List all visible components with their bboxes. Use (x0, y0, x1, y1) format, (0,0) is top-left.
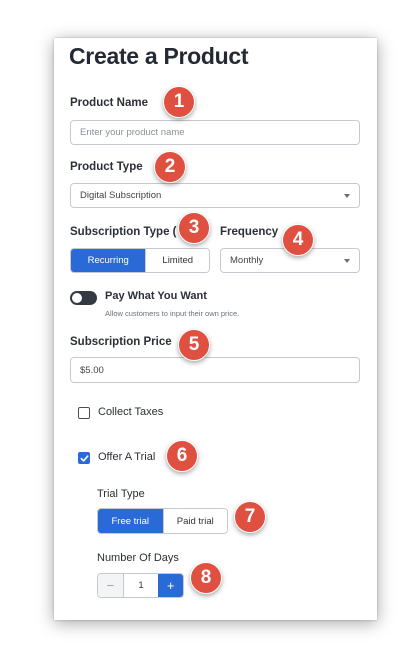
annotation-badge-5: 5 (178, 329, 210, 361)
annotation-badge-4: 4 (282, 224, 314, 256)
chevron-down-icon (344, 258, 350, 263)
frequency-value: Monthly (230, 255, 264, 266)
subscription-type-segmented: Recurring Limited (70, 248, 210, 273)
offer-trial-checkbox[interactable] (78, 452, 90, 464)
pay-what-you-want-toggle[interactable] (70, 291, 97, 305)
product-type-value: Digital Subscription (80, 190, 162, 201)
annotation-badge-8: 8 (190, 562, 222, 594)
annotation-badge-3: 3 (178, 212, 210, 244)
recurring-option[interactable]: Recurring (71, 249, 146, 272)
collect-taxes-checkbox[interactable] (78, 407, 90, 419)
collect-taxes-label: Collect Taxes (98, 406, 164, 418)
increment-button[interactable]: + (158, 574, 183, 597)
annotation-badge-2: 2 (154, 151, 186, 183)
subscription-type-label: Subscription Type ( (70, 226, 177, 238)
product-name-label: Product Name (70, 97, 148, 109)
create-product-card: Create a Product Product Name Enter your… (54, 38, 377, 620)
subscription-price-input[interactable]: $5.00 (70, 357, 360, 383)
annotation-badge-6: 6 (166, 440, 198, 472)
number-of-days-label: Number Of Days (97, 552, 179, 564)
limited-option[interactable]: Limited (145, 249, 209, 272)
product-name-input[interactable]: Enter your product name (70, 120, 360, 145)
free-trial-option[interactable]: Free trial (98, 509, 163, 533)
pay-what-you-want-hint: Allow customers to input their own price… (105, 309, 240, 318)
offer-trial-label: Offer A Trial (98, 451, 156, 463)
trial-type-label: Trial Type (97, 488, 145, 500)
subscription-price-label: Subscription Price (70, 336, 172, 348)
days-value[interactable]: 1 (124, 574, 159, 597)
chevron-down-icon (344, 193, 350, 198)
pay-what-you-want-label: Pay What You Want (105, 290, 207, 302)
number-of-days-stepper: − 1 + (97, 573, 184, 598)
decrement-button[interactable]: − (98, 574, 124, 597)
check-icon (80, 454, 88, 462)
product-type-select[interactable]: Digital Subscription (70, 183, 360, 208)
trial-type-segmented: Free trial Paid trial (97, 508, 228, 534)
annotation-badge-1: 1 (163, 86, 195, 118)
frequency-label: Frequency (220, 226, 279, 238)
toggle-knob (72, 293, 82, 303)
page-title: Create a Product (69, 43, 249, 69)
annotation-badge-7: 7 (234, 501, 266, 533)
product-type-label: Product Type (70, 161, 143, 173)
paid-trial-option[interactable]: Paid trial (162, 509, 227, 533)
